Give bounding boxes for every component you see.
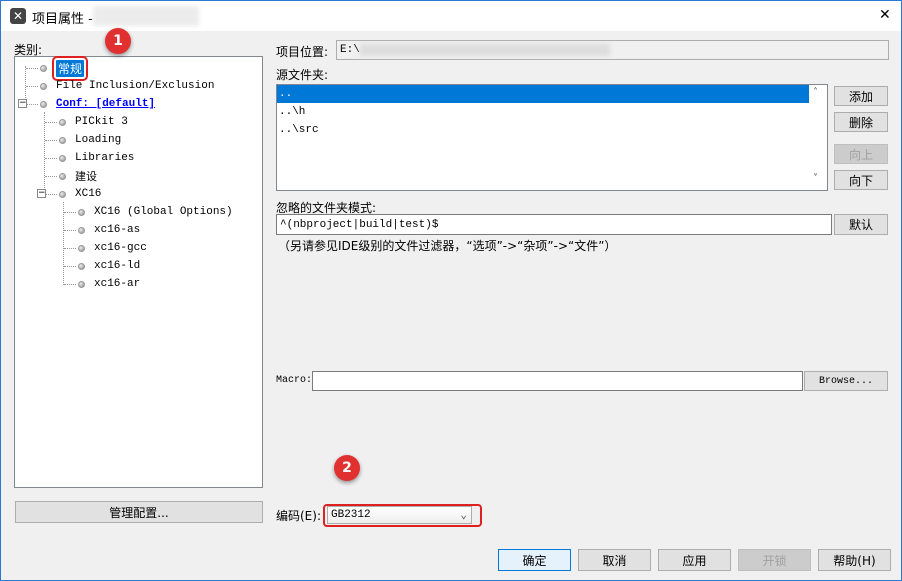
remove-button[interactable]: 删除: [834, 112, 888, 132]
tree-connector: [64, 284, 76, 285]
cancel-button[interactable]: 取消: [578, 549, 651, 571]
tree-item[interactable]: xc16-as: [64, 221, 141, 239]
tree-item[interactable]: Conf: [default] −: [18, 95, 156, 113]
encoding-select[interactable]: GB2312 ⌄: [327, 506, 472, 524]
tree-item-label: 常规: [51, 55, 89, 81]
collapse-icon[interactable]: −: [37, 189, 46, 198]
node-icon: [59, 154, 66, 162]
tree-item-label: PICkit 3: [75, 116, 128, 128]
tree-item[interactable]: xc16-ld: [64, 257, 141, 275]
annotation-badge-2: 2: [334, 455, 360, 481]
ignored-pattern-input[interactable]: ^(nbproject|build|test)$: [276, 214, 832, 235]
tree-item-label: Libraries: [75, 152, 135, 164]
help-button[interactable]: 帮助(H): [818, 549, 891, 571]
node-icon: [59, 190, 66, 198]
node-icon: [40, 100, 47, 108]
move-up-button[interactable]: 向上: [834, 144, 888, 164]
source-folders-label: 源文件夹:: [276, 68, 329, 82]
tree-connector: [45, 122, 57, 123]
tree-connector: [45, 140, 57, 141]
category-tree[interactable]: 常规 File Inclusion/Exclusion Conf: [default…: [14, 55, 263, 488]
tree-item-label: 建设: [75, 172, 97, 184]
tree-item[interactable]: 常规: [26, 55, 89, 81]
apply-button[interactable]: 应用: [658, 549, 731, 571]
tree-connector: [26, 68, 38, 69]
tree-item-label: xc16-as: [94, 224, 141, 236]
macro-label: Macro:: [276, 375, 313, 386]
tree-item-label: Loading: [75, 134, 122, 146]
tree-item[interactable]: Loading: [45, 131, 122, 149]
tree-connector: [26, 104, 38, 105]
node-icon: [59, 172, 66, 180]
scroll-down-icon[interactable]: ˅: [813, 173, 818, 184]
node-icon: [40, 64, 47, 72]
node-icon: [59, 118, 66, 126]
tree-item-label: XC16 (Global Options): [94, 206, 233, 218]
default-button[interactable]: 默认: [834, 214, 888, 235]
browse-button[interactable]: Browse...: [804, 371, 888, 391]
tree-item[interactable]: File Inclusion/Exclusion: [26, 77, 215, 95]
tree-connector: [64, 230, 76, 231]
encoding-label: 编码(E):: [276, 509, 321, 523]
tree-connector: [26, 86, 38, 87]
project-location-value: E:\: [340, 44, 360, 56]
tree-item-label: Conf: [default]: [56, 98, 156, 110]
close-icon[interactable]: ✕: [879, 7, 891, 23]
tree-connector: [45, 158, 57, 159]
tree-item[interactable]: XC16 −: [37, 185, 102, 203]
tree-item-label: xc16-gcc: [94, 242, 147, 254]
tree-connector: [64, 266, 76, 267]
app-icon: ✕: [10, 8, 26, 24]
encoding-value: GB2312: [331, 509, 371, 521]
title-bar: ✕ 项目属性 - ✕: [1, 1, 901, 31]
node-icon: [40, 82, 47, 90]
tree-connector: [45, 176, 57, 177]
title-blurred: [93, 6, 199, 26]
project-location-label: 项目位置:: [276, 45, 329, 59]
ignored-note: （另请参见IDE级别的文件过滤器，“选项”->“杂项”->“文件”）: [278, 239, 617, 253]
node-icon: [78, 208, 85, 216]
tree-item[interactable]: xc16-gcc: [64, 239, 147, 257]
scroll-up-icon[interactable]: ˄: [813, 87, 818, 98]
node-icon: [78, 244, 85, 252]
collapse-icon[interactable]: −: [18, 99, 27, 108]
tree-item-label: File Inclusion/Exclusion: [56, 80, 215, 92]
tree-item[interactable]: PICkit 3: [45, 113, 128, 131]
node-icon: [59, 136, 66, 144]
tree-item-label: xc16-ar: [94, 278, 141, 290]
manage-config-button[interactable]: 管理配置...: [15, 501, 263, 523]
node-icon: [78, 262, 85, 270]
tree-item-label: xc16-ld: [94, 260, 141, 272]
source-folder-item[interactable]: ..\src: [277, 121, 809, 139]
tree-item-label: XC16: [75, 188, 102, 200]
tree-connector: [64, 212, 76, 213]
project-location-field: E:\: [336, 40, 889, 60]
source-folder-item[interactable]: ..: [277, 85, 809, 103]
path-blurred: [359, 44, 610, 56]
tree-connector: [45, 194, 57, 195]
unlock-button[interactable]: 开锁: [738, 549, 811, 571]
chevron-down-icon[interactable]: ⌄: [460, 508, 467, 522]
tree-item[interactable]: Libraries: [45, 149, 135, 167]
move-down-button[interactable]: 向下: [834, 170, 888, 190]
scrollbar[interactable]: ˄ ˅: [809, 85, 827, 190]
ignored-pattern-value: ^(nbproject|build|test)$: [280, 218, 439, 231]
node-icon: [78, 280, 85, 288]
ok-button[interactable]: 确定: [498, 549, 571, 571]
annotation-badge-1: 1: [105, 28, 131, 54]
macro-input[interactable]: [312, 371, 803, 391]
node-icon: [78, 226, 85, 234]
tree-item[interactable]: XC16 (Global Options): [64, 203, 233, 221]
source-folder-item[interactable]: ..\h: [277, 103, 809, 121]
add-button[interactable]: 添加: [834, 86, 888, 106]
window-title: 项目属性 -: [32, 12, 93, 27]
tree-connector: [64, 248, 76, 249]
tree-item[interactable]: 建设: [45, 167, 97, 185]
source-folders-list[interactable]: .. ..\h ..\src ˄ ˅: [276, 84, 828, 191]
tree-item[interactable]: xc16-ar: [64, 275, 141, 293]
